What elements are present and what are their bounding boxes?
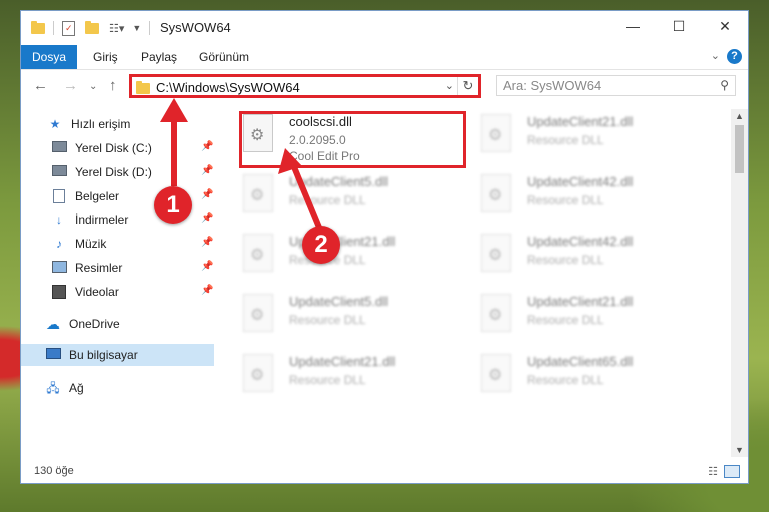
annotation-overlay (160, 98, 323, 232)
step-2-badge: 2 (302, 226, 340, 264)
step-1-badge: 1 (154, 186, 192, 224)
arrow-1 (160, 98, 188, 186)
arrow-2 (278, 148, 323, 232)
